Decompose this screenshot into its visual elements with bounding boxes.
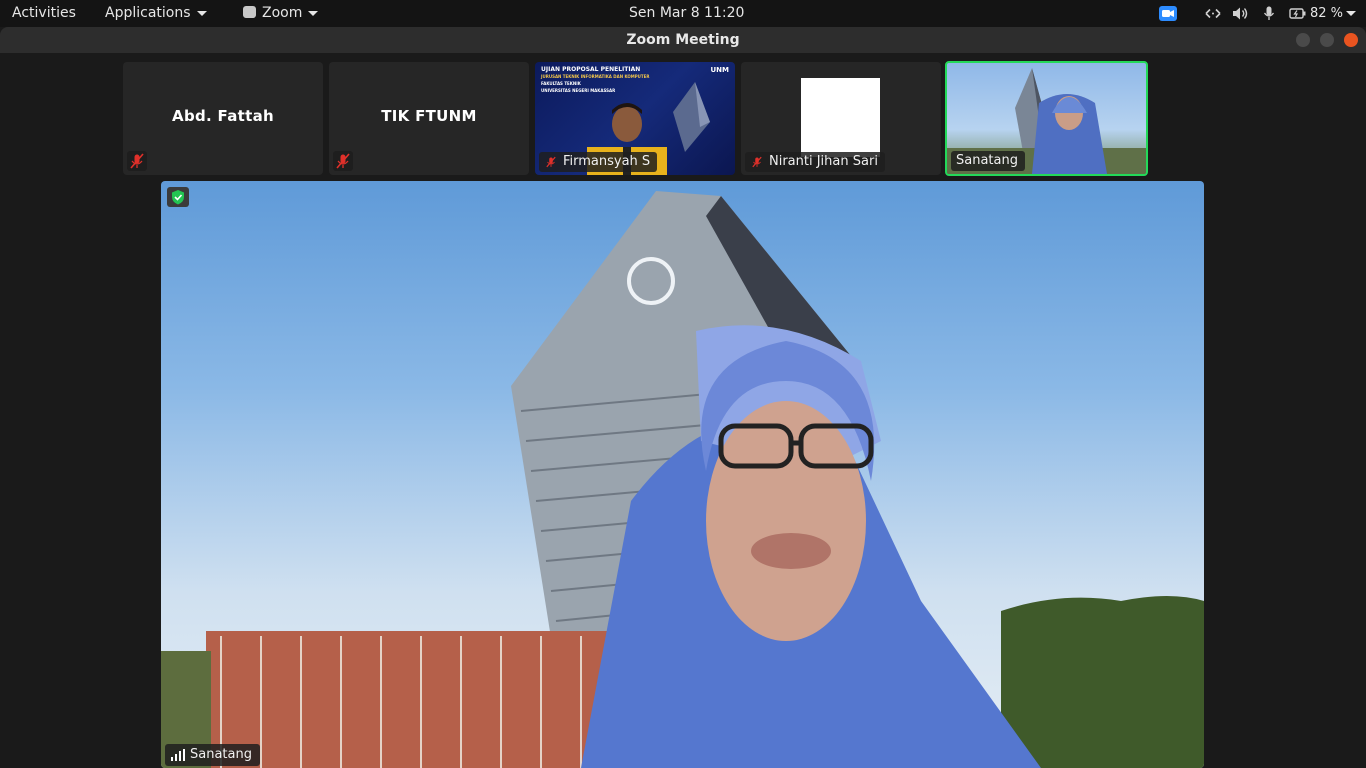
app-menu-label: Zoom bbox=[262, 5, 303, 21]
system-menu-chevron-icon[interactable] bbox=[1346, 11, 1356, 16]
zoom-tray-icon[interactable] bbox=[1159, 6, 1177, 21]
muted-mic-icon bbox=[752, 156, 762, 167]
participant-tile[interactable]: TIK FTUNM bbox=[329, 62, 529, 175]
speaker-name-tag: Sanatang bbox=[165, 744, 260, 766]
participant-name: Niranti Jihan Sari bbox=[769, 154, 878, 169]
battery-percentage: 82 % bbox=[1310, 6, 1344, 21]
participant-tile-active-speaker[interactable]: Sanatang bbox=[945, 61, 1148, 176]
chevron-down-icon bbox=[308, 10, 319, 16]
muted-mic-icon bbox=[546, 156, 556, 167]
volume-icon[interactable] bbox=[1232, 6, 1250, 21]
applications-label: Applications bbox=[105, 5, 191, 21]
speaker-name: Sanatang bbox=[190, 747, 252, 762]
participant-tile[interactable]: Niranti Jihan Sari bbox=[741, 62, 941, 175]
window-title-bar[interactable]: Zoom Meeting bbox=[0, 27, 1366, 53]
close-button[interactable] bbox=[1344, 33, 1358, 47]
muted-mic-icon bbox=[127, 151, 147, 171]
battery-icon[interactable] bbox=[1289, 6, 1307, 21]
participant-name-tag: Sanatang bbox=[951, 151, 1025, 171]
participant-tile-video[interactable]: UJIAN PROPOSAL PENELITIAN JURUSAN TEKNIK… bbox=[535, 62, 735, 175]
network-icon[interactable] bbox=[1203, 6, 1223, 21]
signal-strength-icon bbox=[171, 748, 185, 761]
building-graphic bbox=[673, 82, 710, 152]
participant-tile[interactable]: Abd. Fattah bbox=[123, 62, 323, 175]
participant-name: Abd. Fattah bbox=[172, 107, 274, 125]
main-speaker-video[interactable]: Sanatang bbox=[161, 181, 1204, 768]
zoom-app-icon bbox=[243, 6, 256, 18]
system-top-bar: Activities Applications Zoom Sen Mar 8 1… bbox=[0, 0, 1366, 27]
applications-menu[interactable]: Applications bbox=[105, 0, 207, 27]
app-menu-zoom[interactable]: Zoom bbox=[243, 0, 319, 27]
window-title: Zoom Meeting bbox=[626, 32, 740, 48]
chevron-down-icon bbox=[196, 10, 207, 16]
slide-line: JURUSAN TEKNIK INFORMATIKA DAN KOMPUTER bbox=[541, 74, 650, 79]
speaker-video-image bbox=[161, 191, 1204, 768]
slide-line: FAKULTAS TEKNIK bbox=[541, 81, 581, 86]
profile-picture bbox=[801, 78, 880, 157]
participant-name: TIK FTUNM bbox=[381, 107, 477, 125]
unm-logo: UNM bbox=[710, 66, 729, 74]
muted-mic-icon bbox=[333, 151, 353, 171]
security-shield-icon[interactable] bbox=[167, 187, 189, 207]
meeting-area: Abd. Fattah TIK FTUNM UJIAN PROPOSAL PEN… bbox=[0, 53, 1366, 768]
participant-name-tag: Firmansyah S bbox=[539, 152, 658, 172]
maximize-button[interactable] bbox=[1320, 33, 1334, 47]
microphone-icon[interactable] bbox=[1263, 6, 1275, 21]
activities-button[interactable]: Activities bbox=[12, 0, 76, 27]
participant-name: Firmansyah S bbox=[563, 154, 651, 169]
clock[interactable]: Sen Mar 8 11:20 bbox=[629, 0, 744, 27]
minimize-button[interactable] bbox=[1296, 33, 1310, 47]
participant-name-tag: Niranti Jihan Sari bbox=[745, 152, 885, 172]
slide-overlay-text: UJIAN PROPOSAL PENELITIAN JURUSAN TEKNIK… bbox=[541, 66, 649, 94]
slide-title: UJIAN PROPOSAL PENELITIAN bbox=[541, 66, 641, 73]
participant-name: Sanatang bbox=[956, 153, 1018, 168]
